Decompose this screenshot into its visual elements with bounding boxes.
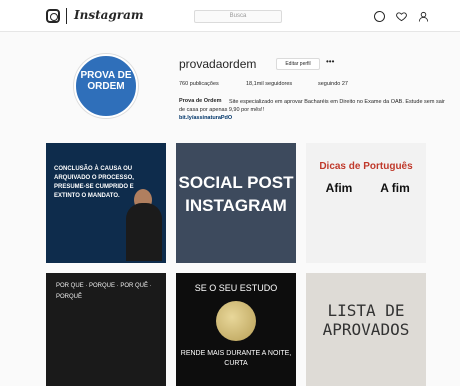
post-text: CONCLUSÃO À CAUSA OU ARQUIVADO O PROCESS… (54, 166, 134, 199)
person-body (126, 203, 162, 261)
followers-count[interactable]: 18,1mil seguidores (246, 81, 292, 87)
instagram-logo-icon[interactable] (46, 9, 60, 23)
post-tile[interactable]: SOCIAL POST INSTAGRAM (176, 143, 296, 263)
edit-profile-button[interactable]: Editar perfil (276, 58, 320, 70)
post-text: POR QUE · PORQUE · POR QUÊ · PORQUÊ (56, 283, 152, 300)
more-options-icon[interactable]: ••• (326, 57, 334, 66)
post-text: SOCIAL POST INSTAGRAM (178, 173, 294, 215)
post-tile[interactable]: CONCLUSÃO À CAUSA OU ARQUIVADO O PROCESS… (46, 143, 166, 263)
heart-icon[interactable] (396, 11, 407, 22)
posts-count: 760 publicações (179, 81, 219, 87)
post-bottom-text: RENDE MAIS DURANTE A NOITE, CURTA (180, 350, 292, 367)
bio-link[interactable]: bit.ly/assinaturaPdO (179, 115, 232, 121)
profile-username: provadaordem (179, 57, 257, 71)
post-text: LISTA DE APROVADOS (322, 301, 410, 339)
bio-text: Site especializado em aprovar Bacharéis … (179, 99, 445, 113)
compass-icon[interactable] (374, 11, 385, 22)
user-icon[interactable] (418, 11, 429, 22)
profile-avatar[interactable]: PROVA DE ORDEM (74, 54, 138, 118)
post-tile[interactable]: LISTA DE APROVADOS (306, 273, 426, 386)
post-left-word: Afim (325, 181, 353, 195)
avatar-text: PROVA DE ORDEM (80, 70, 132, 92)
post-tile[interactable]: Dicas de Português Afim A fim (306, 143, 426, 263)
post-tile[interactable]: SE O SEU ESTUDO RENDE MAIS DURANTE A NOI… (176, 273, 296, 386)
search-input[interactable]: Busca (194, 10, 282, 23)
post-tile[interactable]: POR QUE · PORQUE · POR QUÊ · PORQUÊ (46, 273, 166, 386)
post-right-word: A fim (380, 181, 410, 195)
post-header: Dicas de Português (319, 161, 413, 172)
top-nav-bar: Instagram Busca (0, 0, 460, 32)
following-count[interactable]: seguindo 27 (318, 81, 348, 87)
logo-divider (66, 8, 67, 24)
post-top-text: SE O SEU ESTUDO (194, 283, 278, 293)
instagram-wordmark[interactable]: Instagram (74, 8, 144, 22)
moon-image (216, 301, 256, 341)
